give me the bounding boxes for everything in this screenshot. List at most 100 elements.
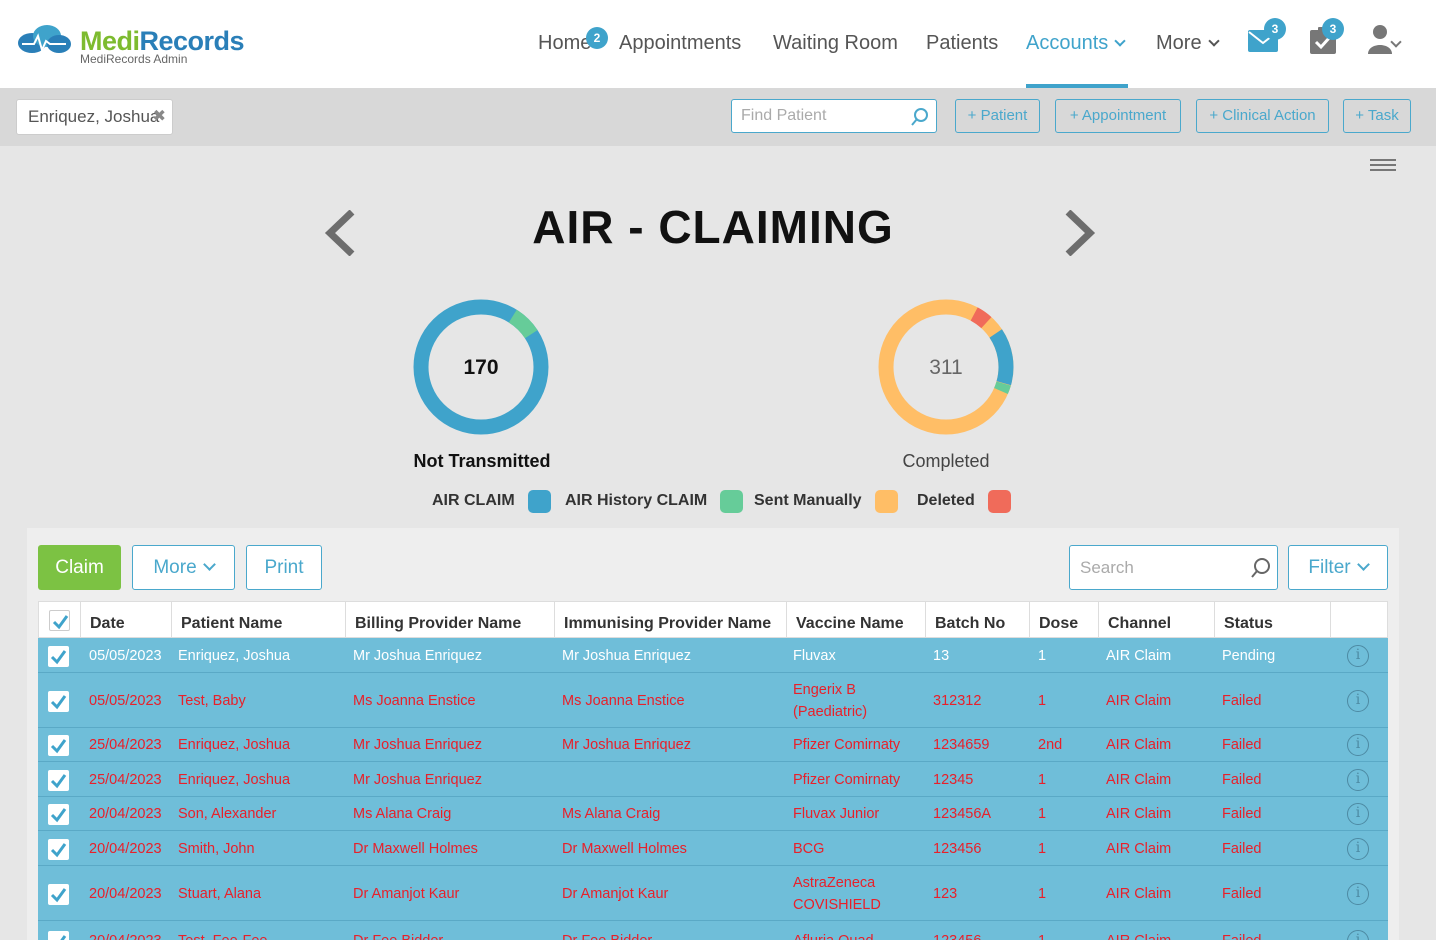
cell-status: Failed (1222, 772, 1262, 788)
cell-patient: Enriquez, Joshua (178, 737, 291, 753)
nav-accounts[interactable]: Accounts (1026, 30, 1126, 60)
nav-appointments[interactable]: Appointments (619, 30, 741, 60)
cell-patient: Test, Fee-Fee (178, 930, 267, 940)
row-checkbox[interactable] (48, 839, 69, 860)
column-channel[interactable]: Channel (1098, 602, 1214, 639)
cell-patient: Enriquez, Joshua (178, 772, 291, 788)
cell-status: Failed (1222, 693, 1262, 709)
close-icon[interactable]: ✖ (153, 100, 166, 134)
info-icon[interactable]: i (1347, 838, 1369, 860)
not-transmitted-count: 170 (463, 356, 499, 379)
selected-patient-name: Enriquez, Joshua (28, 107, 160, 126)
info-icon[interactable]: i (1347, 769, 1369, 791)
find-patient-placeholder: Find Patient (741, 107, 827, 124)
nav-patients[interactable]: Patients (926, 30, 998, 60)
column-dose[interactable]: Dose (1029, 602, 1098, 639)
table-row[interactable]: 20/04/2023 Son, Alexander Ms Alana Craig Ms… (38, 797, 1388, 831)
cell-date: 25/04/2023 (89, 737, 162, 753)
add-appointment-button[interactable]: + Appointment (1055, 99, 1181, 133)
info-icon[interactable]: i (1347, 803, 1369, 825)
find-patient-input[interactable]: Find Patient (731, 99, 937, 133)
row-checkbox[interactable] (48, 735, 69, 756)
chevron-left-icon[interactable] (322, 210, 362, 256)
user-menu-chevron-icon[interactable] (1390, 36, 1402, 48)
row-checkbox[interactable] (48, 804, 69, 825)
cell-billing: Ms Joanna Enstice (353, 693, 476, 709)
cell-patient: Son, Alexander (178, 806, 277, 822)
table-row[interactable]: 20/04/2023 Stuart, Alana Dr Amanjot Kaur Dr… (38, 866, 1388, 921)
hamburger-menu-icon[interactable] (1370, 159, 1396, 173)
cell-status: Pending (1222, 648, 1276, 664)
info-icon[interactable]: i (1347, 734, 1369, 756)
cell-channel: AIR Claim (1106, 886, 1172, 902)
cell-dose: 1 (1038, 886, 1047, 902)
add-clinical-action-button[interactable]: + Clinical Action (1196, 99, 1329, 133)
cell-immunising: Dr Fee Bidder (562, 930, 652, 940)
cell-date: 20/04/2023 (89, 806, 162, 822)
column-status[interactable]: Status (1214, 602, 1330, 639)
cell-patient: Stuart, Alana (178, 886, 262, 902)
column-patient-name[interactable]: Patient Name (171, 602, 345, 639)
table-row[interactable]: 20/04/2023 Smith, John Dr Maxwell Holmes Dr… (38, 831, 1388, 866)
column-vaccine-name[interactable]: Vaccine Name (786, 602, 925, 639)
chevron-right-icon[interactable] (1058, 210, 1098, 256)
cell-billing: Dr Maxwell Holmes (353, 841, 478, 857)
nav-more[interactable]: More (1156, 30, 1220, 60)
cell-date: 05/05/2023 (89, 693, 162, 709)
cell-status: Failed (1222, 841, 1262, 857)
info-icon[interactable]: i (1347, 645, 1369, 667)
row-checkbox[interactable] (48, 770, 69, 791)
completed-label: Completed (902, 451, 990, 471)
select-all-checkbox[interactable] (49, 610, 70, 631)
cell-channel: AIR Claim (1106, 772, 1172, 788)
medirecords-logo[interactable]: MediRecords MediRecords Admin (16, 22, 256, 72)
add-task-button[interactable]: + Task (1343, 99, 1411, 133)
cell-patient: Test, Baby (178, 693, 246, 709)
row-checkbox[interactable] (48, 646, 69, 667)
cell-dose: 1 (1038, 841, 1047, 857)
add-patient-button[interactable]: + Patient (955, 99, 1040, 133)
cell-vaccine: Fluvax (793, 648, 836, 664)
info-icon[interactable]: i (1347, 883, 1369, 905)
completed-count: 311 (929, 356, 963, 379)
cell-immunising: Dr Amanjot Kaur (562, 886, 669, 902)
info-icon[interactable]: i (1347, 690, 1369, 712)
user-avatar-icon[interactable] (1368, 24, 1392, 54)
cell-vaccine: AstraZeneca COVISHIELD (793, 875, 881, 913)
table-row[interactable]: 05/05/2023 Enriquez, Joshua Mr Joshua Enri… (38, 638, 1388, 673)
cell-date: 25/04/2023 (89, 772, 162, 788)
column-immunising-provider-name[interactable]: Immunising Provider Name (554, 602, 786, 639)
more-actions-button[interactable]: More (132, 545, 235, 590)
table-row[interactable]: 05/05/2023 Test, Baby Ms Joanna Enstice Ms … (38, 673, 1388, 728)
cell-billing: Ms Alana Craig (353, 806, 452, 822)
table-row[interactable]: 20/04/2023 Test, Fee-Fee Dr Fee Bidder Dr F… (38, 921, 1388, 940)
table-row[interactable]: 25/04/2023 Enriquez, Joshua Mr Joshua Enri… (38, 728, 1388, 762)
column-batch-no[interactable]: Batch No (925, 602, 1029, 639)
table-search-input[interactable]: Search (1069, 545, 1278, 590)
row-checkbox[interactable] (48, 884, 69, 905)
info-icon[interactable]: i (1347, 930, 1369, 940)
filter-button[interactable]: Filter (1288, 545, 1388, 590)
cell-status: Failed (1222, 886, 1262, 902)
claim-button[interactable]: Claim (38, 545, 121, 590)
print-button[interactable]: Print (246, 545, 322, 590)
cell-channel: AIR Claim (1106, 841, 1172, 857)
cell-channel: AIR Claim (1106, 806, 1172, 822)
selected-patient-tag[interactable]: Enriquez, Joshua ✖ (16, 99, 173, 135)
column-date[interactable]: Date (80, 602, 171, 639)
cell-vaccine: Engerix B (Paediatric) (793, 682, 868, 720)
chevron-down-icon (1114, 35, 1126, 47)
nav-home[interactable]: Home (538, 30, 591, 60)
deleted-swatch (987, 489, 1011, 513)
nav-waiting-room[interactable]: Waiting Room (773, 30, 898, 60)
cell-date: 05/05/2023 (89, 648, 162, 664)
row-checkbox[interactable] (48, 691, 69, 712)
cell-date: 20/04/2023 (89, 886, 162, 902)
row-checkbox[interactable] (48, 931, 69, 940)
table-row[interactable]: 25/04/2023 Enriquez, Joshua Mr Joshua Enri… (38, 762, 1388, 797)
chevron-down-icon (1207, 35, 1220, 47)
search-icon[interactable] (1250, 557, 1272, 579)
column-billing-provider-name[interactable]: Billing Provider Name (345, 602, 554, 639)
cell-billing: Mr Joshua Enriquez (353, 648, 482, 664)
search-icon[interactable] (910, 107, 930, 127)
